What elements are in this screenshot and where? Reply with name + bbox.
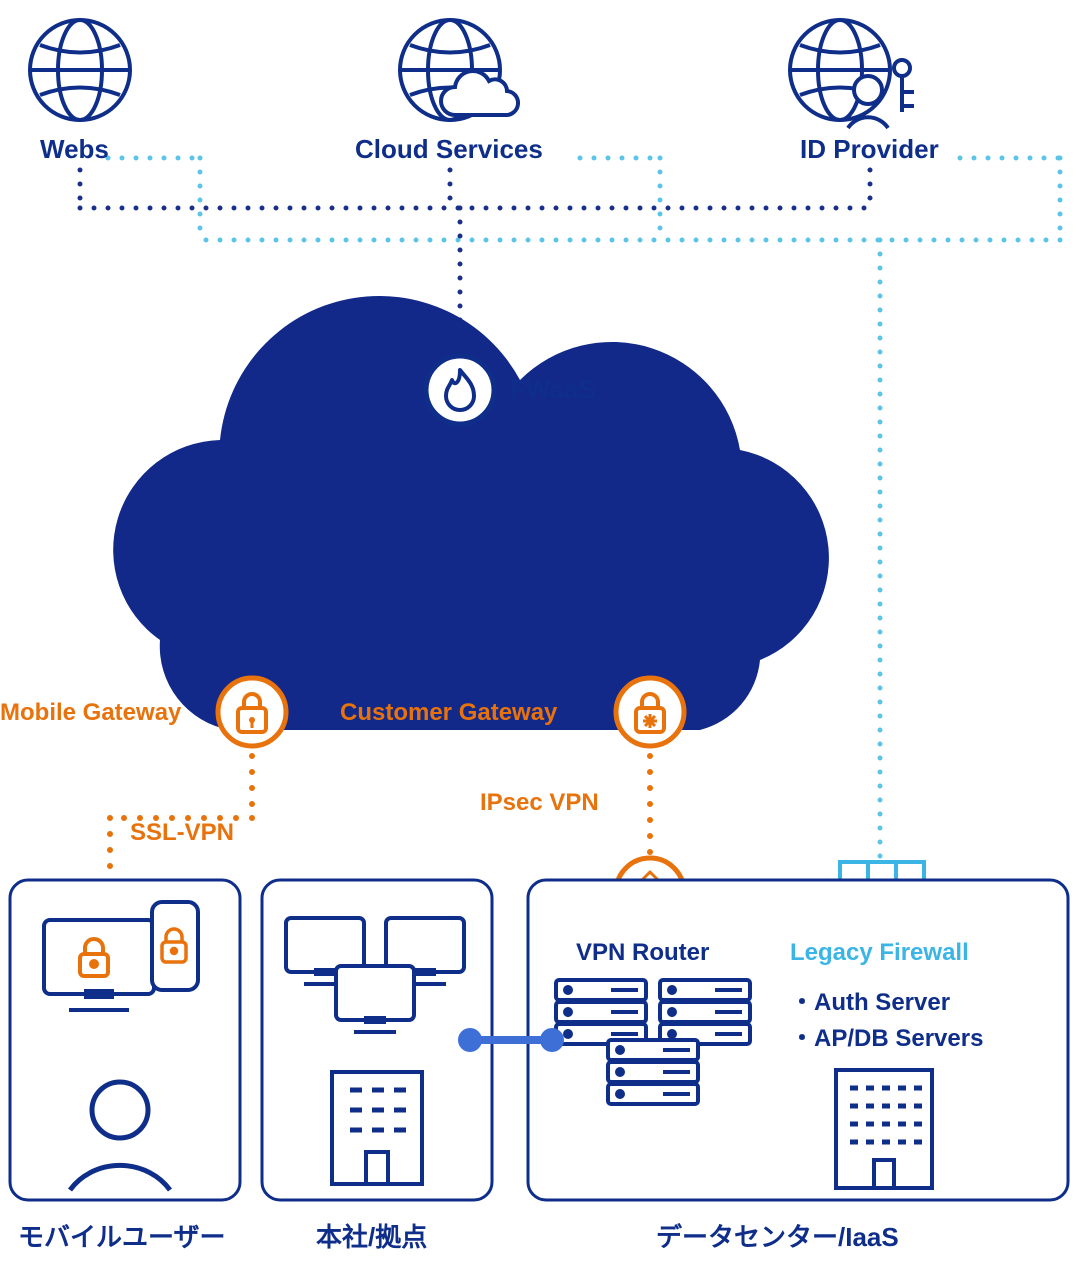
globe-cloud-icon [400, 20, 518, 120]
fwaas-label: FWaaS [510, 374, 596, 404]
mobile-gateway-icon [218, 678, 286, 746]
dc-caption: データセンター/IaaS [656, 1222, 899, 1252]
apdb-label: ・AP/DB Servers [790, 1025, 983, 1052]
idp-icon [790, 20, 914, 128]
top-row: Webs Cloud Services [30, 20, 939, 164]
customer-gateway-label: Customer Gateway [340, 699, 558, 726]
sslvpn-label: SSL-VPN [130, 819, 234, 846]
customer-gateway-icon [616, 678, 684, 746]
idp-label: ID Provider [800, 134, 939, 164]
vpn-router-label: VPN Router [576, 939, 709, 966]
hq-dc-link [458, 1028, 564, 1052]
mobile-user-caption: モバイルユーザー [18, 1222, 225, 1252]
ipsec-label: IPsec VPN [480, 789, 599, 816]
globe-icon [30, 20, 130, 120]
phone-icon [152, 902, 198, 990]
legacy-firewall-label: Legacy Firewall [790, 939, 969, 966]
auth-server-label: ・Auth Server [790, 989, 950, 1016]
cloud-services-label: Cloud Services [355, 134, 543, 164]
hq-caption: 本社/拠点 [316, 1222, 427, 1252]
mobile-gateway-label: Mobile Gateway [0, 699, 182, 726]
fwaas-icon [426, 356, 494, 424]
webs-label: Webs [40, 134, 109, 164]
